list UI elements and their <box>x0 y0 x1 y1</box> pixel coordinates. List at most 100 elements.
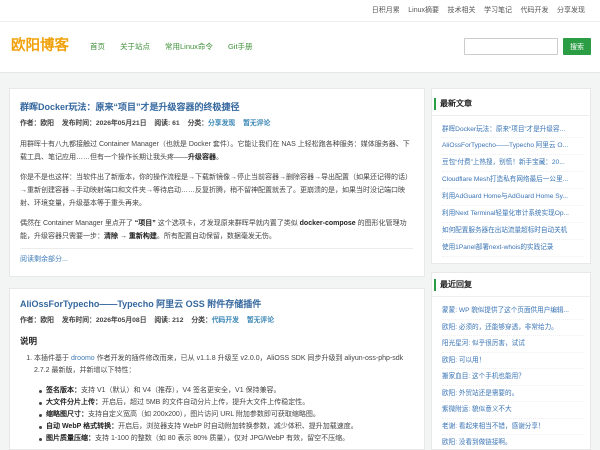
search-form: 搜索 <box>464 38 591 55</box>
post-title-link[interactable]: 群晖Docker玩法：原来“项目”才是升级容器的终极捷径 <box>20 102 240 112</box>
meta-category-label: 分类： <box>187 120 208 127</box>
meta-author-link[interactable]: 欧阳 <box>40 317 54 324</box>
post-meta: 作者：欧阳 发布时间：2026年05月08日 阅读: 212 分类：代码开发 暂… <box>20 315 413 326</box>
top-link-share[interactable]: 分享发现 <box>557 6 585 16</box>
comment-author: 搬家血目 <box>442 373 469 380</box>
comment-author: 欧阳 <box>442 323 456 331</box>
feature-item: 缩略图尺寸：支持自定义宽高（如 200x200），图片访问 URL 附加参数即可… <box>39 409 413 421</box>
comment-link[interactable]: 没看到做链接啊。 <box>459 439 512 446</box>
top-link-tech[interactable]: 技术相关 <box>448 6 476 16</box>
comment-link[interactable]: 可以用！ <box>459 357 485 364</box>
meta-views-value: 61 <box>172 120 180 127</box>
nav-linux-commands[interactable]: 常用Linux命令 <box>165 40 213 53</box>
feature-item: 大文件分片上传：开启后，超过 5MB 的文件自动分片上传，提升大文件上传稳定性。 <box>39 397 413 409</box>
list-item: 群晖Docker玩法：原来“项目”才是升级容... <box>442 122 584 139</box>
comment-author: 欧阳 <box>442 389 456 397</box>
list-item: 如何配置服务器在出站流量超标时自动关机 <box>442 223 584 240</box>
recent-post-link[interactable]: 使用1Panel部署next-whois的实践记录 <box>442 244 553 251</box>
intro-list-item: 本插件基于 droomo 作者开发的插件修改而来，已从 v1.1.8 升级至 v… <box>34 353 413 377</box>
meta-views-value: 212 <box>172 317 184 324</box>
comment-link[interactable]: 外贸站还是需要的。 <box>459 390 518 397</box>
list-item: 利用Next Terminal轻量化审计系统实现Op... <box>442 206 584 223</box>
site-header: 欧阳博客 首页 关于站点 常用Linux命令 Git手册 搜索 <box>0 22 600 73</box>
top-link-code[interactable]: 代码开发 <box>521 6 549 16</box>
meta-category-link[interactable]: 分享发现 <box>208 120 235 127</box>
feature-item: 图片质量压缩：支持 1-100 的整数（如 80 表示 80% 质量），仅对 J… <box>39 433 413 445</box>
comment-link[interactable]: 这个手机也能用？ <box>472 373 525 380</box>
feature-list: 签名版本：支持 V1（默认）和 V4（推荐），V4 签名更安全，V1 保持兼容。… <box>20 385 413 445</box>
comment-author: 阳光星河 <box>442 340 469 347</box>
meta-author-label: 作者： <box>20 317 41 324</box>
post-excerpt: 用群晖十有八九都接触过 Container Manager（也就是 Docker… <box>20 138 413 243</box>
bold-segment: “项目” <box>134 220 156 227</box>
recent-post-link[interactable]: 豆包“付费”上热搜，别慌！新手宝藏：20... <box>442 159 565 166</box>
recent-posts-widget: 最新文章 群晖Docker玩法：原来“项目”才是升级容... AliOssFor… <box>431 88 591 264</box>
comment-link[interactable]: WP 貌似提供了这个页面供用户编辑... <box>459 307 569 314</box>
top-link-linux-digest[interactable]: Linux摘要 <box>408 6 439 16</box>
meta-author-label: 作者： <box>20 120 41 127</box>
author-droomo-link[interactable]: droomo <box>71 355 95 362</box>
feature-text: 支持 1-100 的整数（如 80 表示 80% 质量），仅对 JPG/WebP… <box>95 435 350 442</box>
meta-comments-link[interactable]: 暂无评论 <box>243 120 270 127</box>
widget-divider <box>432 115 590 116</box>
top-links: 日积月累 Linux摘要 技术相关 学习笔记 代码开发 分享发现 <box>372 0 585 21</box>
list-item: 使用1Panel部署next-whois的实践记录 <box>442 240 584 257</box>
meta-category: 分类：分享发现 <box>188 120 236 127</box>
meta-comments-link[interactable]: 暂无评论 <box>247 317 274 324</box>
list-item: 豆包“付费”上热搜，别慌！新手宝藏：20... <box>442 155 584 173</box>
meta-date-value: 2026年05月08日 <box>95 317 147 324</box>
nav-git-manual[interactable]: Git手册 <box>228 40 253 53</box>
nav-about[interactable]: 关于站点 <box>120 40 150 53</box>
widget-divider <box>432 296 590 297</box>
recent-comments-list: 蒙蒙: WP 貌似提供了这个页面供用户编辑... 欧阳: 必须的，还能够穿透，非… <box>442 303 584 449</box>
read-more-link[interactable]: 阅读剩余部分... <box>20 256 68 263</box>
meta-date-value: 2026年05月21日 <box>95 120 147 127</box>
nav-home[interactable]: 首页 <box>90 40 105 53</box>
recent-post-link[interactable]: 如何配置服务器在出站流量超标时自动关机 <box>442 227 567 234</box>
list-item: AliOssForTypecho——Typecho 阿里云 O... <box>442 138 584 156</box>
feature-label: 图片质量压缩： <box>46 435 95 442</box>
meta-views: 阅读: 212 <box>154 317 183 324</box>
comment-link[interactable]: 看起来相当不错，感谢分享！ <box>459 423 545 430</box>
intro-list: 本插件基于 droomo 作者开发的插件修改而来，已从 v1.1.8 升级至 v… <box>20 353 413 377</box>
comment-author: 欧阳 <box>442 356 456 364</box>
list-item: Cloudflare Mesh打造私有网络最后一公里... <box>442 172 584 190</box>
top-link-notes[interactable]: 学习笔记 <box>484 6 512 16</box>
meta-author: 作者：欧阳 <box>20 317 54 324</box>
meta-category-link[interactable]: 代码开发 <box>212 317 239 324</box>
comment-link[interactable]: 貌似意义不大 <box>472 406 512 413</box>
feature-label: 签名版本： <box>46 387 81 394</box>
recent-post-link[interactable]: 利用AdGuard Home与AdGuard Home Sy... <box>442 193 568 200</box>
excerpt-paragraph: 偶然在 Container Manager 里点开了 “项目” 这个选项卡，才发… <box>20 217 413 243</box>
meta-date: 发布时间：2026年05月21日 <box>62 120 147 127</box>
recent-comments-title: 最近回复 <box>434 279 472 291</box>
meta-views-label: 阅读: <box>154 120 173 127</box>
comment-author: 蒙蒙 <box>442 307 456 314</box>
recent-post-link[interactable]: 利用Next Terminal轻量化审计系统实现Op... <box>442 210 569 217</box>
text-segment: 这个选项卡，才发现原来群晖早就内置了类似 <box>155 220 300 227</box>
comment-item: 欧阳: 可以用！ <box>442 353 584 369</box>
comment-item: 欧阳: 外贸站还是需要的。 <box>442 386 584 402</box>
meta-author-link[interactable]: 欧阳 <box>40 120 54 127</box>
search-input[interactable] <box>464 38 558 55</box>
recent-post-link[interactable]: 群晖Docker玩法：原来“项目”才是升级容... <box>442 126 565 133</box>
feature-text: 支持自定义宽高（如 200x200），图片访问 URL 附加参数即可获取缩略图。 <box>88 411 320 418</box>
meta-date-label: 发布时间： <box>61 317 96 324</box>
comment-item: 欧阳: 必须的，还能够穿透，非常给力。 <box>442 320 584 336</box>
site-logo[interactable]: 欧阳博客 <box>11 37 69 55</box>
comment-link[interactable]: 必须的，还能够穿透，非常给力。 <box>459 324 558 331</box>
meta-date-label: 发布时间： <box>61 120 96 127</box>
recent-post-link[interactable]: AliOssForTypecho——Typecho 阿里云 O... <box>442 142 568 149</box>
feature-label: 自动 WebP 格式转换： <box>46 423 119 430</box>
comment-link[interactable]: 似乎很厉害，试试 <box>472 340 525 347</box>
post-title-link[interactable]: AliOssForTypecho——Typecho 阿里云 OSS 附件存储插件 <box>20 299 261 309</box>
recent-post-link[interactable]: Cloudflare Mesh打造私有网络最后一公里... <box>442 176 568 183</box>
list-item: 利用AdGuard Home与AdGuard Home Sy... <box>442 189 584 206</box>
top-link-rijiyuelei[interactable]: 日积月累 <box>372 6 400 16</box>
post-card: AliOssForTypecho——Typecho 阿里云 OSS 附件存储插件… <box>9 288 425 450</box>
feature-text: 开启后，超过 5MB 的文件自动分片上传，提升大文件上传稳定性。 <box>102 399 310 406</box>
search-button[interactable]: 搜索 <box>563 38 591 55</box>
excerpt-paragraph: 你是不是也这样：当软件出了新版本，你的操作流程是→下载新镜像→停止当前容器→删除… <box>20 171 413 210</box>
comment-item: 老谢: 看起来相当不错，感谢分享！ <box>442 419 584 435</box>
recent-posts-list: 群晖Docker玩法：原来“项目”才是升级容... AliOssForTypec… <box>442 122 584 257</box>
